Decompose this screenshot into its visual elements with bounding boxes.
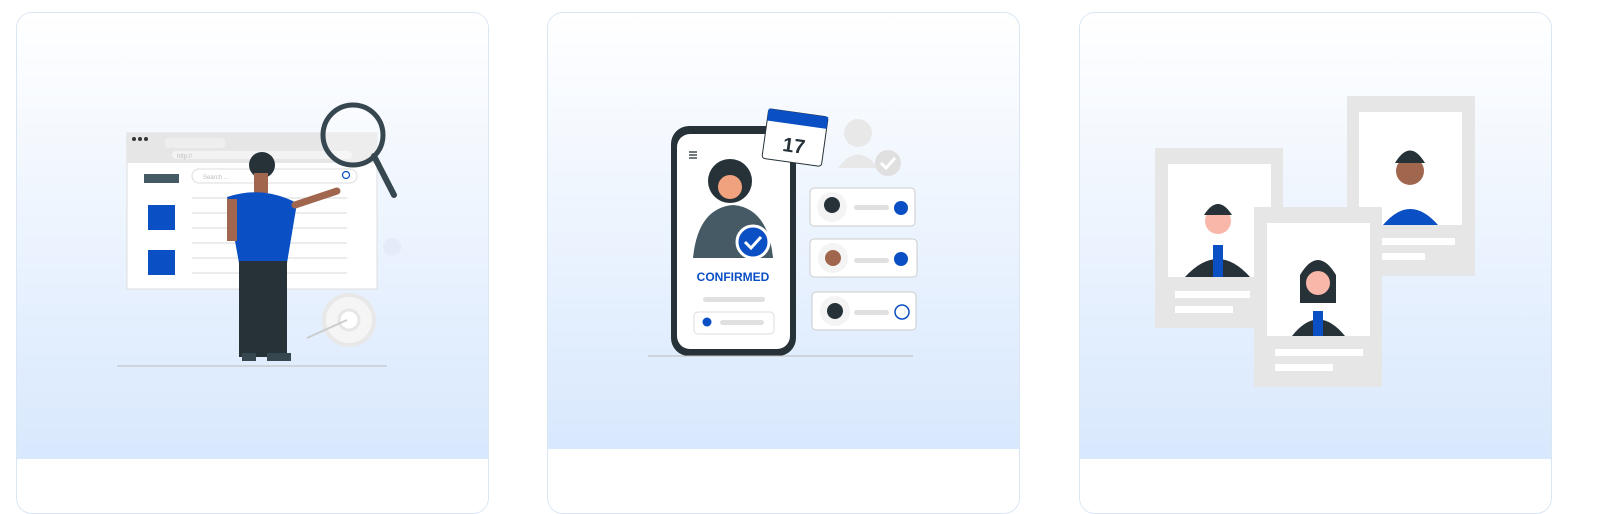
search-placeholder: Search ... <box>203 175 229 181</box>
calendar-day: 17 <box>781 134 806 159</box>
url-text: http:// <box>177 154 192 160</box>
status-text: CONFIRMED <box>697 270 770 284</box>
search-illustration: http:// Search ... <box>17 13 488 459</box>
card-search[interactable]: http:// Search ... <box>16 12 489 514</box>
card-profiles[interactable] <box>1079 12 1552 514</box>
card-booking[interactable]: CONFIRMED 17 <box>547 12 1020 514</box>
booking-confirmed-illustration: CONFIRMED 17 <box>548 13 1019 449</box>
check-icon <box>735 224 771 260</box>
attendee-list <box>809 187 918 331</box>
location-pin-icon <box>702 317 712 327</box>
profiles-illustration <box>1080 13 1551 459</box>
